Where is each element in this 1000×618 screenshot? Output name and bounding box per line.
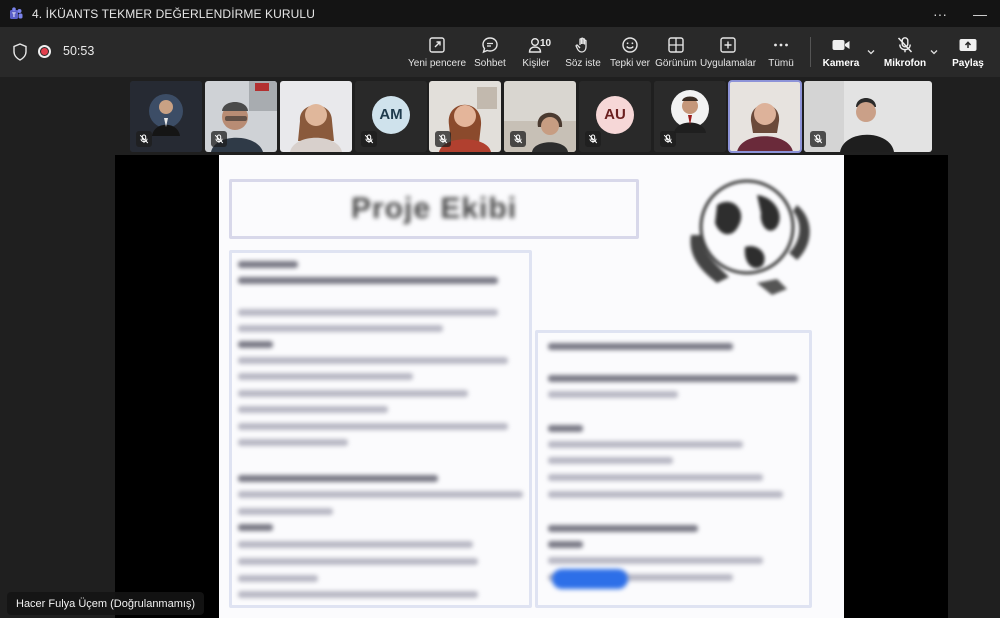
- minimize-button[interactable]: —: [960, 0, 1000, 27]
- mic-off-icon: [660, 131, 676, 147]
- mic-off-icon: [585, 131, 601, 147]
- participant-tile[interactable]: [429, 81, 501, 152]
- raise-hand-label: Söz iste: [565, 58, 601, 69]
- meeting-toolbar: 50:53 Yeni pencere Sohbet Kişiler 10 Söz…: [0, 27, 1000, 77]
- mic-options-chevron-down-icon[interactable]: [929, 47, 939, 57]
- participant-tile[interactable]: [654, 81, 726, 152]
- slide-title: Proje Ekibi: [350, 192, 518, 225]
- share-label: Paylaş: [952, 58, 984, 69]
- mic-off-icon: [136, 131, 152, 147]
- slide-blue-highlight: [552, 569, 628, 589]
- view-label: Görünüm: [655, 58, 697, 69]
- emoji-icon: [622, 37, 638, 53]
- slide-title-box: Proje Ekibi: [229, 179, 639, 239]
- participant-tile[interactable]: AM: [355, 81, 427, 152]
- share-button[interactable]: Paylaş: [950, 27, 986, 77]
- svg-text:T: T: [12, 13, 16, 19]
- participant-video: [280, 81, 352, 152]
- raise-hand-button[interactable]: Söz iste: [565, 27, 601, 77]
- avatar: AM: [372, 95, 410, 134]
- mic-off-icon: [897, 37, 913, 53]
- camera-icon: [832, 40, 850, 50]
- apps-button[interactable]: Uygulamalar: [699, 27, 757, 77]
- react-button[interactable]: Tepki ver: [610, 27, 650, 77]
- window-title: 4. İKÜANTS TEKMER DEĞERLENDİRME KURULU: [32, 6, 315, 21]
- avatar: AU: [596, 95, 634, 134]
- ellipsis-icon: [774, 43, 788, 47]
- chat-label: Sohbet: [474, 58, 506, 69]
- participant-tile[interactable]: [130, 81, 202, 152]
- hand-icon: [575, 37, 587, 53]
- participant-video: [729, 81, 801, 152]
- people-button[interactable]: Kişiler: [518, 27, 554, 77]
- people-label: Kişiler: [522, 58, 550, 69]
- toolbar-divider: [810, 37, 811, 67]
- globe-hands-illustration: [690, 179, 810, 295]
- mic-label: Mikrofon: [883, 58, 927, 69]
- new-window-icon: [429, 37, 445, 53]
- participant-tile[interactable]: [504, 81, 576, 152]
- mic-off-icon: [510, 131, 526, 147]
- mic-off-icon: [211, 131, 227, 147]
- shield-icon[interactable]: [12, 43, 28, 61]
- shared-slide: Proje Ekibi: [219, 155, 844, 618]
- recording-indicator-icon[interactable]: [38, 45, 51, 58]
- presenter-name-tag: Hacer Fulya Üçem (Doğrulanmamış): [7, 592, 205, 615]
- apps-label: Uygulamalar: [699, 58, 757, 69]
- new-window-label: Yeni pencere: [408, 58, 467, 69]
- share-screen-icon: [959, 39, 977, 51]
- title-bar: T 4. İKÜANTS TEKMER DEĞERLENDİRME KURULU…: [0, 0, 1000, 27]
- slide-text-panel-right: [535, 330, 812, 608]
- meeting-timer: 50:53: [63, 44, 95, 58]
- window-more-button[interactable]: ···: [920, 0, 960, 27]
- slide-text-panel-left: [229, 250, 532, 608]
- people-count-badge: 10: [540, 38, 552, 49]
- participant-tile[interactable]: [804, 81, 932, 152]
- more-button[interactable]: Tümü: [763, 27, 799, 77]
- camera-button[interactable]: Kamera: [820, 27, 862, 77]
- add-apps-icon: [720, 37, 736, 53]
- new-window-button[interactable]: Yeni pencere: [408, 27, 467, 77]
- participant-tile[interactable]: AU: [579, 81, 651, 152]
- mic-off-icon: [435, 131, 451, 147]
- react-label: Tepki ver: [610, 58, 651, 69]
- mic-off-icon: [361, 131, 377, 147]
- grid-view-icon: [668, 37, 684, 53]
- participant-strip: AM AU: [0, 77, 1000, 155]
- chat-button[interactable]: Sohbet: [472, 27, 508, 77]
- mic-off-icon: [810, 131, 826, 147]
- participant-tile[interactable]: [205, 81, 277, 152]
- participant-tile-active-speaker[interactable]: [728, 80, 802, 153]
- camera-options-chevron-down-icon[interactable]: [866, 47, 876, 57]
- mic-button[interactable]: Mikrofon: [884, 27, 926, 77]
- participant-tile[interactable]: [280, 81, 352, 152]
- more-label: Tümü: [768, 58, 794, 69]
- camera-label: Kamera: [822, 58, 860, 69]
- chat-icon: [482, 37, 498, 54]
- teams-icon: T: [10, 6, 23, 19]
- view-button[interactable]: Görünüm: [655, 27, 697, 77]
